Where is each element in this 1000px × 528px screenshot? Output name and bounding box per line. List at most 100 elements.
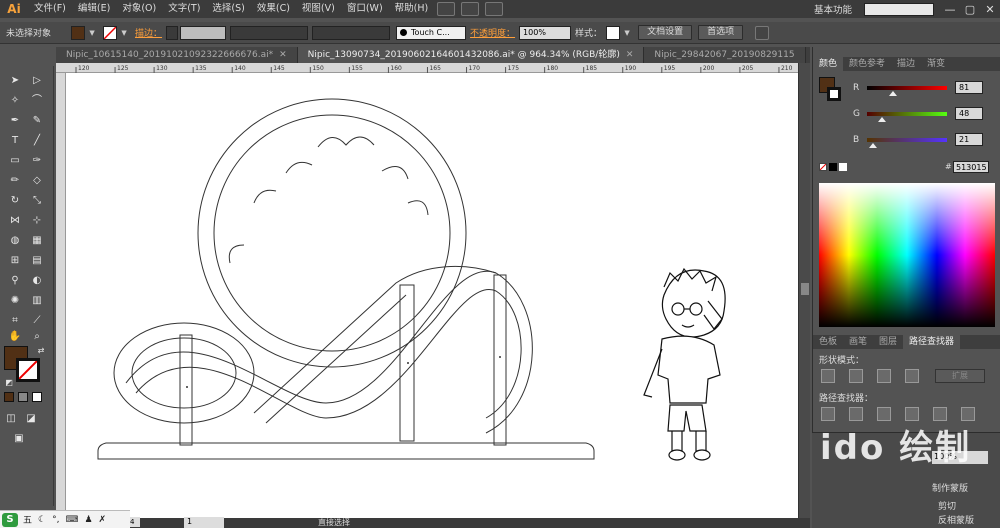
slider-knob[interactable]: [888, 91, 897, 96]
paintbrush-icon[interactable]: ✑: [30, 154, 44, 168]
default-colors-icon[interactable]: ◩: [2, 376, 16, 390]
free-transform-icon[interactable]: ⊹: [30, 214, 44, 228]
graphic-style-swatch[interactable]: [606, 25, 621, 40]
tab-brushes[interactable]: 画笔: [843, 335, 873, 349]
moon-icon[interactable]: ☾: [38, 515, 46, 525]
maximize-button[interactable]: ▢: [960, 3, 980, 16]
artboard-tool-icon[interactable]: ⌗: [8, 314, 22, 328]
line-tool-icon[interactable]: ╱: [30, 134, 44, 148]
tab-swatches[interactable]: 色板: [813, 335, 843, 349]
bridge-icon[interactable]: [437, 2, 456, 16]
minus-back-icon[interactable]: [961, 407, 975, 421]
tab-color-guide[interactable]: 颜色参考: [843, 57, 891, 71]
tab-color[interactable]: 颜色: [813, 57, 844, 71]
slice-tool-icon[interactable]: ⟋: [30, 314, 44, 328]
black-color-icon[interactable]: [829, 163, 837, 171]
zoom-field[interactable]: 4: [130, 517, 140, 527]
brush-picker[interactable]: Touch C...: [396, 25, 467, 40]
gradient-icon[interactable]: ▤: [30, 254, 44, 268]
stroke-weight-field[interactable]: [180, 25, 227, 40]
tab-document-3[interactable]: Nipic_29842067_20190829115: [644, 47, 806, 63]
close-button[interactable]: ✕: [980, 3, 1000, 16]
symbol-sprayer-icon[interactable]: ✺: [8, 294, 22, 308]
workspace-switcher[interactable]: 基本功能: [808, 2, 858, 16]
mesh-icon[interactable]: ⊞: [8, 254, 22, 268]
unite-icon[interactable]: [821, 369, 835, 383]
invert-mask-checkbox[interactable]: 反相蒙版: [938, 513, 974, 526]
intersect-icon[interactable]: [877, 369, 891, 383]
type-tool-icon[interactable]: T: [8, 134, 22, 148]
lasso-icon[interactable]: ⌒: [30, 94, 44, 108]
none-color-icon[interactable]: [819, 163, 827, 171]
vertical-ruler[interactable]: [56, 73, 66, 518]
red-value-field[interactable]: 81: [955, 81, 983, 94]
screen-mode-icon[interactable]: ▣: [12, 432, 26, 446]
menu-object[interactable]: 对象(O): [116, 0, 162, 18]
scroll-thumb[interactable]: [801, 283, 809, 295]
curvature-tool-icon[interactable]: ✎: [30, 114, 44, 128]
close-icon[interactable]: ✕: [626, 50, 634, 60]
arrange-icon[interactable]: [755, 25, 770, 40]
make-mask-button[interactable]: 制作蒙版: [932, 481, 968, 494]
gpu-icon[interactable]: [485, 2, 504, 16]
color-spectrum[interactable]: [819, 183, 995, 327]
magic-wand-icon[interactable]: ✧: [8, 94, 22, 108]
pencil-icon[interactable]: ✏: [8, 174, 22, 188]
hand-tool-icon[interactable]: ✋: [8, 330, 22, 344]
tab-layers[interactable]: 图层: [873, 335, 903, 349]
zoom-tool-icon[interactable]: ⌕: [30, 330, 44, 344]
panel-stroke-swatch[interactable]: [827, 87, 841, 101]
sogou-icon[interactable]: S: [2, 512, 18, 527]
rotate-icon[interactable]: ↻: [8, 194, 22, 208]
minus-front-icon[interactable]: [849, 369, 863, 383]
menu-edit[interactable]: 编辑(E): [72, 0, 116, 18]
arrange-documents-icon[interactable]: [461, 2, 480, 16]
tab-pathfinder[interactable]: 路径查找器: [903, 335, 961, 349]
tab-document-1[interactable]: Nipic_10615140_20191021092322666676.ai* ✕: [56, 47, 298, 63]
width-tool-icon[interactable]: ⋈: [8, 214, 22, 228]
preferences-button[interactable]: 首选项: [698, 25, 744, 40]
search-input[interactable]: [864, 2, 934, 16]
blend-icon[interactable]: ◐: [30, 274, 44, 288]
stroke-label[interactable]: 描边：: [135, 26, 162, 39]
artboard-canvas[interactable]: [66, 73, 798, 518]
horizontal-ruler[interactable]: 120 125 130 135 140 145 150 155 160 165 170 175 180 1…: [56, 63, 798, 73]
expand-button[interactable]: 扩展: [935, 369, 985, 383]
close-icon[interactable]: ✕: [279, 50, 287, 60]
trim-icon[interactable]: [849, 407, 863, 421]
slider-knob[interactable]: [878, 117, 887, 122]
wrench-icon[interactable]: ✗: [99, 515, 107, 525]
exclude-icon[interactable]: [905, 369, 919, 383]
menu-type[interactable]: 文字(T): [162, 0, 206, 18]
pen-tool-icon[interactable]: ✒: [8, 114, 22, 128]
input-mode-label[interactable]: 五: [23, 513, 32, 526]
opacity-field[interactable]: 100%: [519, 25, 572, 40]
color-mode-icon[interactable]: [4, 392, 14, 402]
menu-file[interactable]: 文件(F): [28, 0, 72, 18]
chevron-down-icon[interactable]: ▼: [119, 26, 129, 40]
chevron-down-icon[interactable]: ▼: [622, 26, 632, 40]
white-color-icon[interactable]: [839, 163, 847, 171]
rectangle-tool-icon[interactable]: ▭: [8, 154, 22, 168]
slider-red[interactable]: R 81: [853, 81, 999, 96]
stroke-weight-stepper[interactable]: [166, 25, 179, 40]
menu-help[interactable]: 帮助(H): [389, 0, 435, 18]
selection-tool-icon[interactable]: ➤: [8, 74, 22, 88]
document-setup-button[interactable]: 文档设置: [638, 25, 693, 40]
perspective-grid-icon[interactable]: ▦: [30, 234, 44, 248]
tab-stroke[interactable]: 描边: [891, 57, 921, 71]
eyedropper-icon[interactable]: ⚲: [8, 274, 22, 288]
clip-checkbox[interactable]: 剪切: [938, 499, 956, 512]
direct-selection-tool-icon[interactable]: ▷: [30, 74, 44, 88]
outline-icon[interactable]: [933, 407, 947, 421]
opacity-label[interactable]: 不透明度：: [470, 26, 515, 39]
slider-green[interactable]: G 48: [853, 107, 999, 122]
menu-view[interactable]: 视图(V): [296, 0, 341, 18]
variable-width-profile[interactable]: [230, 25, 309, 40]
vertical-scrollbar[interactable]: [798, 63, 810, 518]
green-value-field[interactable]: 48: [955, 107, 983, 120]
eraser-icon[interactable]: ◇: [30, 174, 44, 188]
scale-icon[interactable]: ⤡: [30, 194, 44, 208]
skin-icon[interactable]: ♟: [84, 515, 92, 525]
stroke-none-swatch[interactable]: [103, 25, 118, 40]
